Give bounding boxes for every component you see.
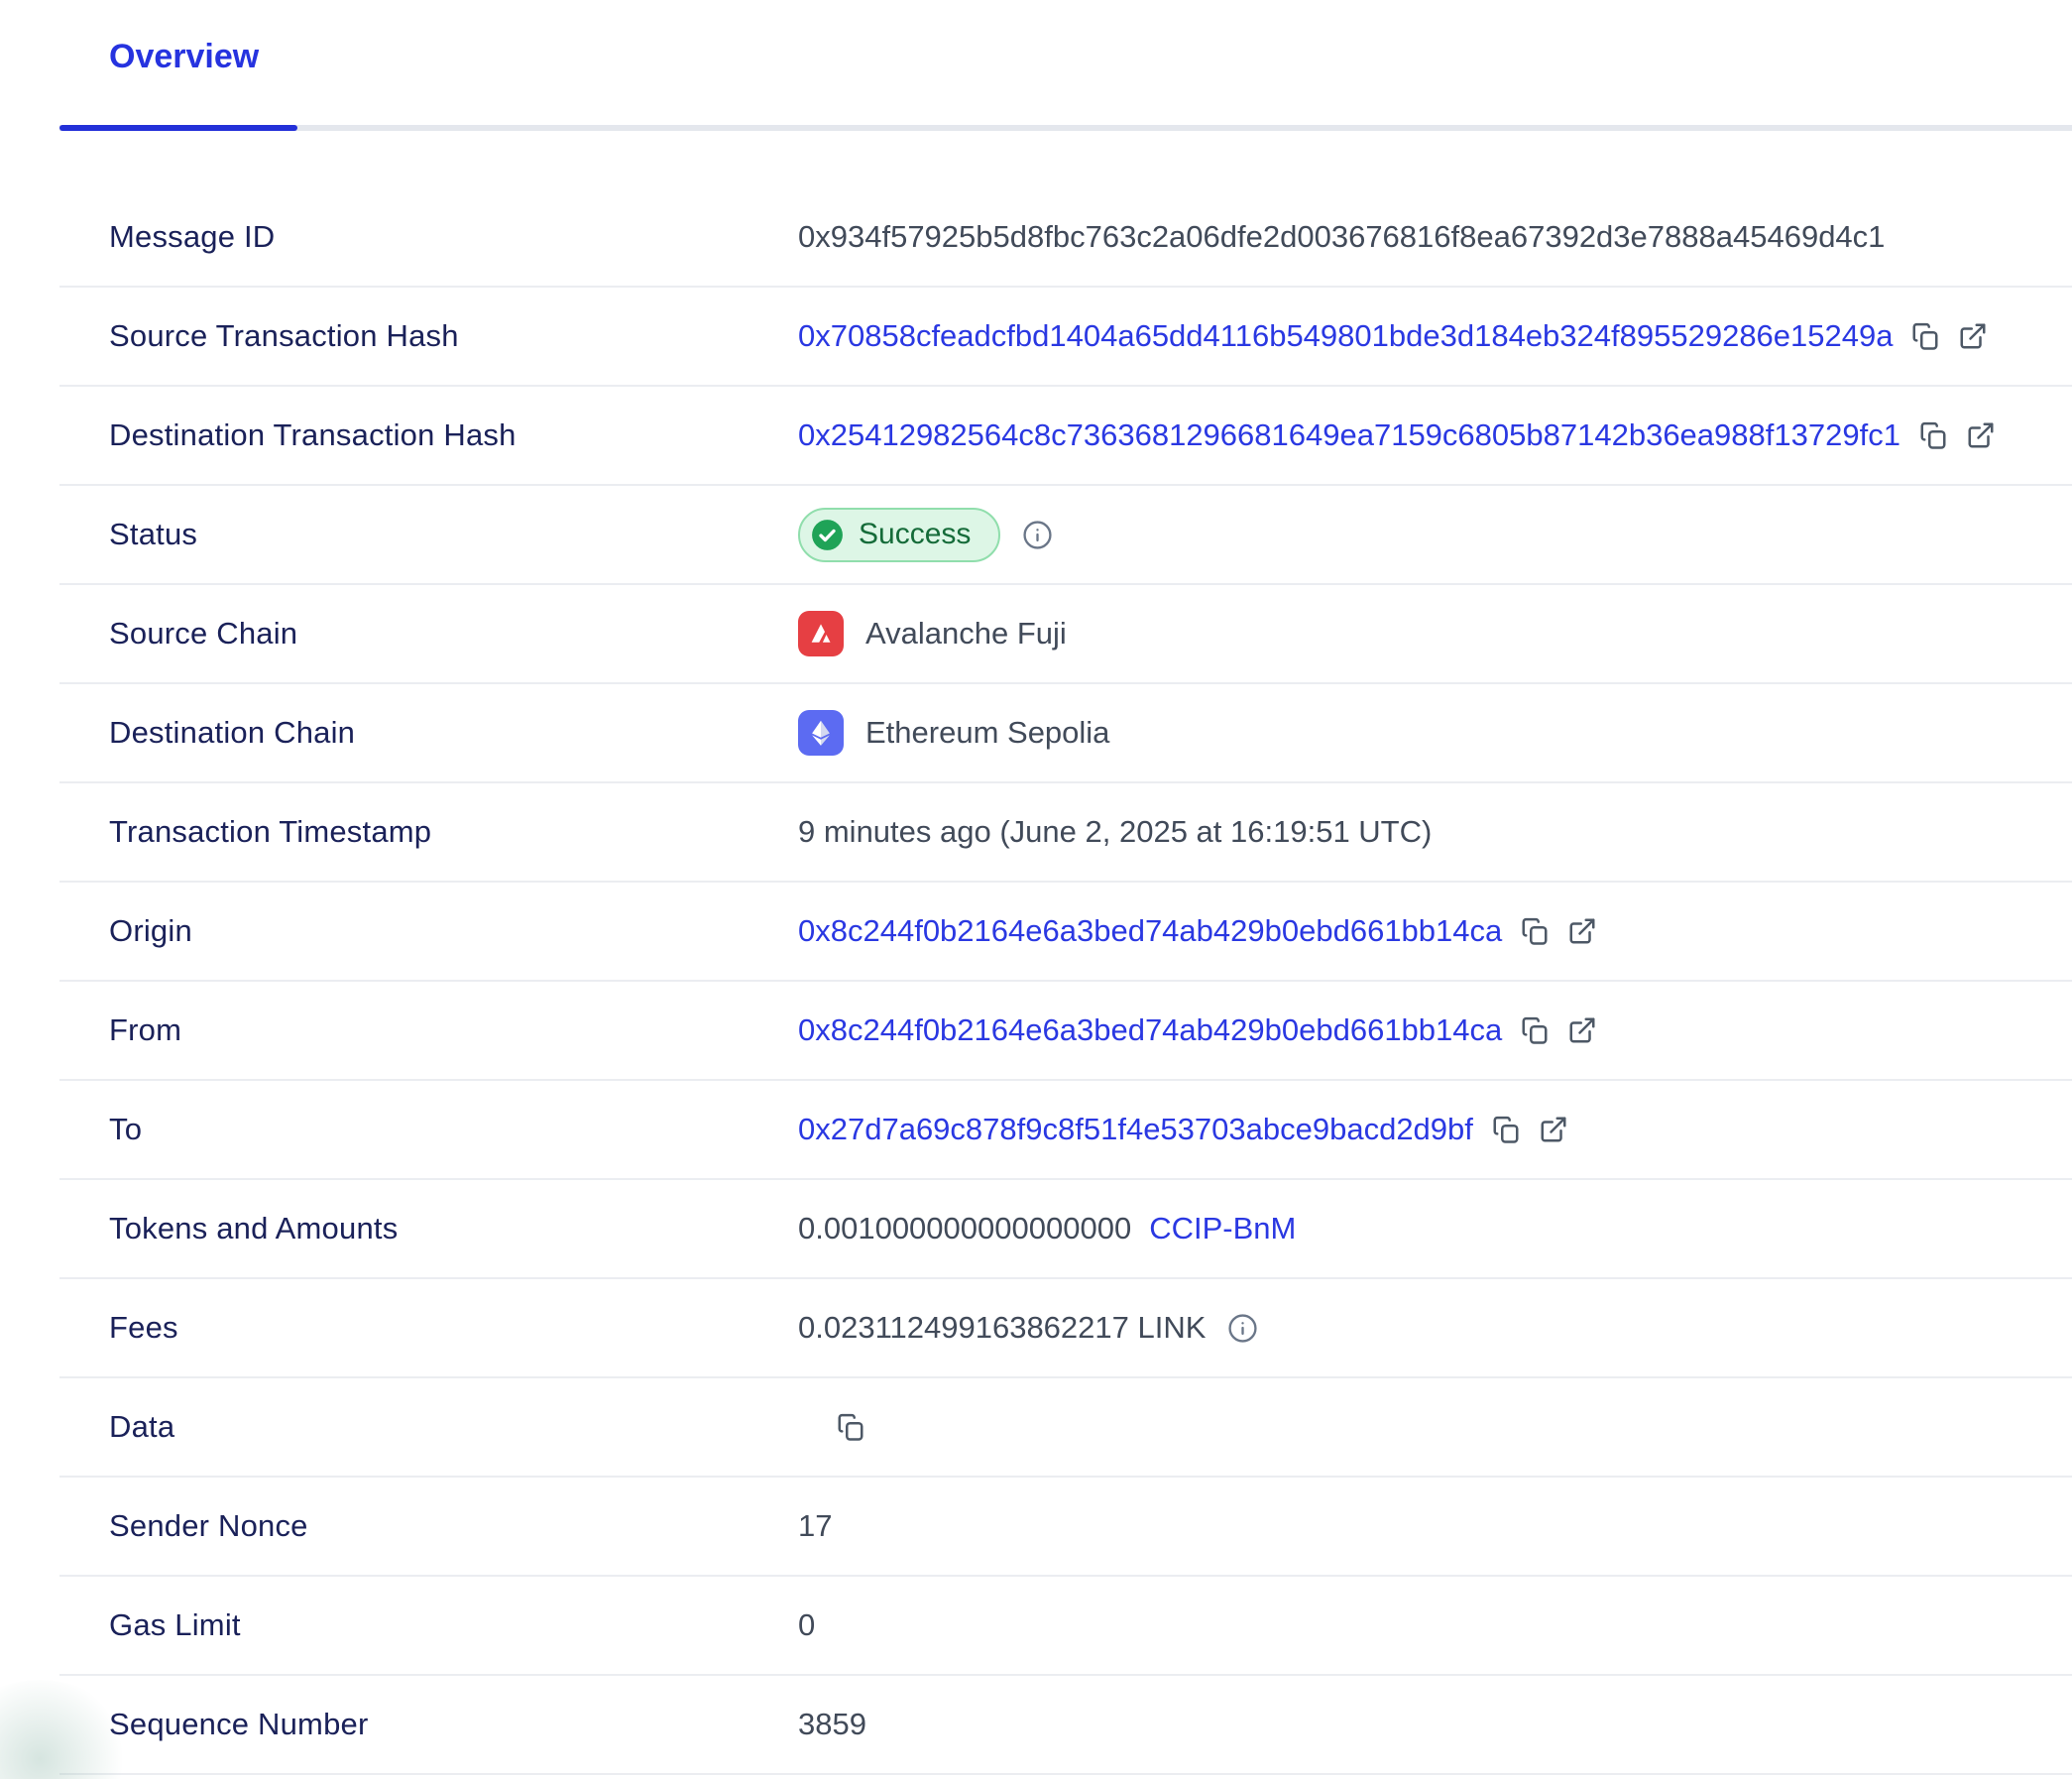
row-label: Tokens and Amounts — [109, 1211, 798, 1246]
tab-bar: Overview — [0, 0, 2072, 131]
token-amount-value: 0.001000000000000000 — [798, 1211, 1131, 1246]
row-label: Transaction Timestamp — [109, 814, 798, 850]
external-link-icon[interactable] — [1958, 321, 1988, 351]
external-link-icon[interactable] — [1966, 420, 1996, 450]
row-label: Message ID — [109, 219, 798, 255]
table-row-origin: Origin 0x8c244f0b2164e6a3bed74ab429b0ebd… — [59, 883, 2072, 982]
to-address-link[interactable]: 0x27d7a69c878f9c8f51f4e53703abce9bacd2d9… — [798, 1112, 1473, 1147]
tab-overview[interactable]: Overview — [109, 38, 259, 76]
row-label: Source Chain — [109, 616, 798, 652]
ethereum-icon — [798, 710, 844, 756]
sender-nonce-value: 17 — [798, 1508, 832, 1544]
origin-address-link[interactable]: 0x8c244f0b2164e6a3bed74ab429b0ebd661bb14… — [798, 913, 1502, 949]
row-label: Status — [109, 517, 798, 552]
table-row-tokens-and-amounts: Tokens and Amounts 0.001000000000000000 … — [59, 1180, 2072, 1279]
tab-active-indicator — [59, 125, 297, 131]
table-row-sender-nonce: Sender Nonce 17 — [59, 1478, 2072, 1577]
destination-chain-name: Ethereum Sepolia — [865, 715, 1109, 751]
table-row-message-id: Message ID 0x934f57925b5d8fbc763c2a06dfe… — [59, 188, 2072, 288]
copy-icon[interactable] — [836, 1412, 865, 1442]
external-link-icon[interactable] — [1567, 1015, 1597, 1045]
check-circle-icon — [809, 517, 846, 553]
table-row-destination-chain: Destination Chain Ethereum Sepolia — [59, 684, 2072, 783]
table-row-destination-tx-hash: Destination Transaction Hash 0x254129825… — [59, 387, 2072, 486]
external-link-icon[interactable] — [1539, 1115, 1568, 1144]
transaction-details-table: Message ID 0x934f57925b5d8fbc763c2a06dfe… — [59, 188, 2072, 1775]
table-row-to: To 0x27d7a69c878f9c8f51f4e53703abce9bacd… — [59, 1081, 2072, 1180]
row-label: Origin — [109, 913, 798, 949]
row-label: Source Transaction Hash — [109, 318, 798, 354]
row-label: Sender Nonce — [109, 1508, 798, 1544]
table-row-source-chain: Source Chain Avalanche Fuji — [59, 585, 2072, 684]
table-row-from: From 0x8c244f0b2164e6a3bed74ab429b0ebd66… — [59, 982, 2072, 1081]
table-row-sequence-number: Sequence Number 3859 — [59, 1676, 2072, 1775]
external-link-icon[interactable] — [1567, 916, 1597, 946]
row-label: Gas Limit — [109, 1607, 798, 1643]
source-chain-name: Avalanche Fuji — [865, 616, 1067, 652]
copy-icon[interactable] — [1520, 1015, 1550, 1045]
table-row-data: Data — [59, 1378, 2072, 1478]
copy-icon[interactable] — [1910, 321, 1940, 351]
copy-icon[interactable] — [1918, 420, 1948, 450]
table-row-source-tx-hash: Source Transaction Hash 0x70858cfeadcfbd… — [59, 288, 2072, 387]
status-badge-label: Success — [859, 518, 971, 551]
transaction-timestamp-value: 9 minutes ago (June 2, 2025 at 16:19:51 … — [798, 814, 1432, 850]
row-label: Destination Transaction Hash — [109, 417, 798, 453]
row-label: Data — [109, 1409, 798, 1445]
gas-limit-value: 0 — [798, 1607, 815, 1643]
ccip-transaction-overview-page: Overview Message ID 0x934f57925b5d8fbc76… — [0, 0, 2072, 1779]
table-row-transaction-timestamp: Transaction Timestamp 9 minutes ago (Jun… — [59, 783, 2072, 883]
table-row-status: Status Success — [59, 486, 2072, 585]
token-symbol-link[interactable]: CCIP-BnM — [1149, 1211, 1296, 1246]
sequence-number-value: 3859 — [798, 1707, 866, 1742]
from-address-link[interactable]: 0x8c244f0b2164e6a3bed74ab429b0ebd661bb14… — [798, 1012, 1502, 1048]
info-icon[interactable] — [1227, 1313, 1258, 1344]
status-badge: Success — [798, 508, 1000, 562]
avalanche-icon — [798, 611, 844, 656]
copy-icon[interactable] — [1520, 916, 1550, 946]
tab-track — [59, 125, 2072, 131]
source-tx-hash-link[interactable]: 0x70858cfeadcfbd1404a65dd4116b549801bde3… — [798, 318, 1893, 354]
row-label: To — [109, 1112, 798, 1147]
row-label: Fees — [109, 1310, 798, 1346]
row-label: Destination Chain — [109, 715, 798, 751]
message-id-value: 0x934f57925b5d8fbc763c2a06dfe2d003676816… — [798, 219, 1885, 255]
row-label: From — [109, 1012, 798, 1048]
fees-value: 0.023112499163862217 LINK — [798, 1310, 1206, 1346]
table-row-gas-limit: Gas Limit 0 — [59, 1577, 2072, 1676]
table-row-fees: Fees 0.023112499163862217 LINK — [59, 1279, 2072, 1378]
row-label: Sequence Number — [109, 1707, 798, 1742]
copy-icon[interactable] — [1491, 1115, 1521, 1144]
info-icon[interactable] — [1022, 520, 1053, 550]
destination-tx-hash-link[interactable]: 0x25412982564c8c7363681296681649ea7159c6… — [798, 417, 1900, 453]
